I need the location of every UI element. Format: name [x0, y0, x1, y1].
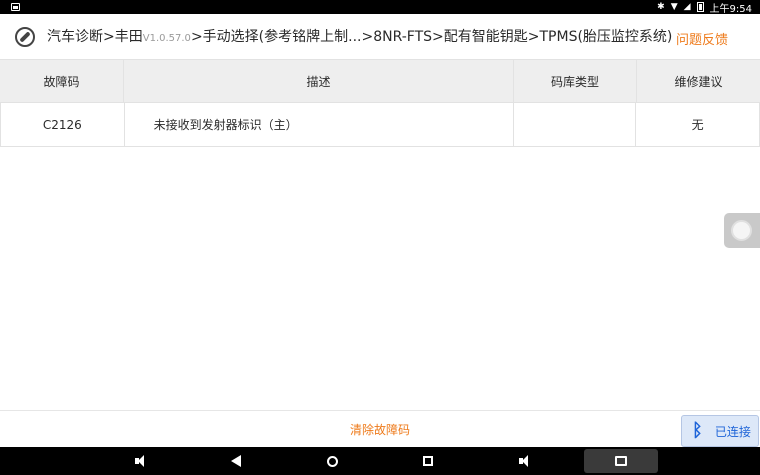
recent-apps-icon	[423, 456, 433, 466]
breadcrumb-start: 汽车诊断>丰田	[47, 29, 143, 45]
breadcrumb-end: >手动选择(参考铭牌上制...>8NR-FTS>配有智能钥匙>TPMS(胎压监控…	[190, 29, 673, 45]
clear-fault-codes-button[interactable]: 清除故障码	[0, 411, 760, 448]
breadcrumb: 汽车诊断>丰田V1.0.57.0>手动选择(参考铭牌上制...>8NR-FTS>…	[47, 28, 672, 48]
feedback-link[interactable]: 问题反馈	[676, 29, 728, 48]
status-bar: ✱ ▼ ◢ 上午9:54	[0, 0, 760, 15]
header: 汽车诊断>丰田V1.0.57.0>手动选择(参考铭牌上制...>8NR-FTS>…	[0, 14, 760, 60]
action-bar: 清除故障码 ᛒ 已连接	[0, 410, 760, 447]
volume-up-button[interactable]	[516, 452, 532, 470]
column-header-library-type: 码库类型	[514, 60, 637, 102]
fault-code-table: 故障码 描述 码库类型 维修建议 C2126 未接收到发射器标识（主） 无	[0, 60, 760, 147]
volume-up-icon	[518, 455, 530, 467]
floating-assist-button[interactable]	[724, 213, 760, 248]
screenshot-button[interactable]	[584, 449, 658, 473]
description-cell: 未接收到发射器标识（主）	[125, 103, 514, 146]
navigation-bar	[0, 447, 760, 475]
advice-cell: 无	[691, 118, 704, 132]
gallery-notification-icon	[11, 3, 20, 11]
volume-down-button[interactable]	[132, 452, 148, 470]
assist-circle-icon	[731, 220, 752, 241]
screenshot-icon	[615, 456, 627, 466]
fault-code-cell: C2126	[1, 103, 125, 146]
clock: 上午9:54	[709, 3, 752, 15]
table-header-row: 故障码 描述 码库类型 维修建议	[0, 60, 760, 103]
table-row[interactable]: C2126 未接收到发射器标识（主） 无	[0, 103, 760, 147]
back-button[interactable]	[228, 452, 244, 470]
volume-down-icon	[134, 455, 146, 467]
status-icons: ✱ ▼ ◢ 上午9:54	[657, 0, 752, 15]
wifi-icon: ▼	[670, 2, 678, 12]
home-button[interactable]	[324, 452, 340, 470]
bluetooth-status-label: 已连接	[714, 424, 751, 439]
battery-icon	[696, 2, 704, 12]
home-icon	[326, 455, 338, 467]
bluetooth-connection-button[interactable]: ᛒ 已连接	[681, 415, 759, 447]
bluetooth-status-icon: ✱	[657, 2, 665, 12]
library-type-cell	[514, 103, 637, 146]
column-header-advice: 维修建议	[674, 74, 723, 89]
compass-icon[interactable]	[15, 27, 35, 47]
column-header-code: 故障码	[0, 60, 124, 102]
recent-apps-button[interactable]	[420, 452, 436, 470]
column-header-description: 描述	[124, 60, 514, 102]
signal-icon: ◢	[683, 2, 691, 12]
version-label: V1.0.57.0	[142, 33, 191, 44]
bluetooth-icon: ᛒ	[692, 420, 703, 441]
back-icon	[231, 455, 241, 467]
